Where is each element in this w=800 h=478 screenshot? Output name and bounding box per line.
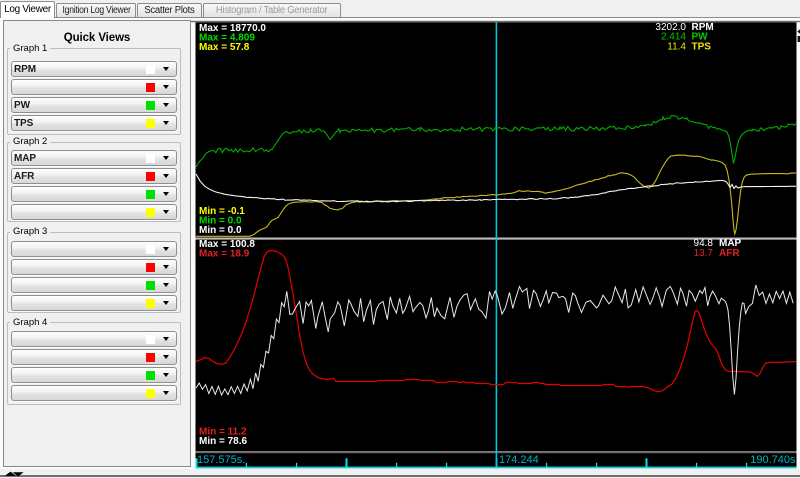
svg-text:TPS: TPS [692,41,712,52]
svg-text:AFR: AFR [719,248,740,259]
svg-text:11.4: 11.4 [667,41,686,52]
svg-text:Max = 57.8: Max = 57.8 [199,42,250,53]
svg-text:Max = 18.9: Max = 18.9 [199,249,250,260]
svg-text:157.575s.: 157.575s. [197,454,245,466]
svg-text:Min = 0.0: Min = 0.0 [199,225,242,236]
svg-text:174.244: 174.244 [499,454,539,466]
svg-text:Min = 78.6: Min = 78.6 [199,436,248,447]
svg-text:13.7: 13.7 [694,248,714,259]
svg-text:190.740s: 190.740s [750,454,796,466]
